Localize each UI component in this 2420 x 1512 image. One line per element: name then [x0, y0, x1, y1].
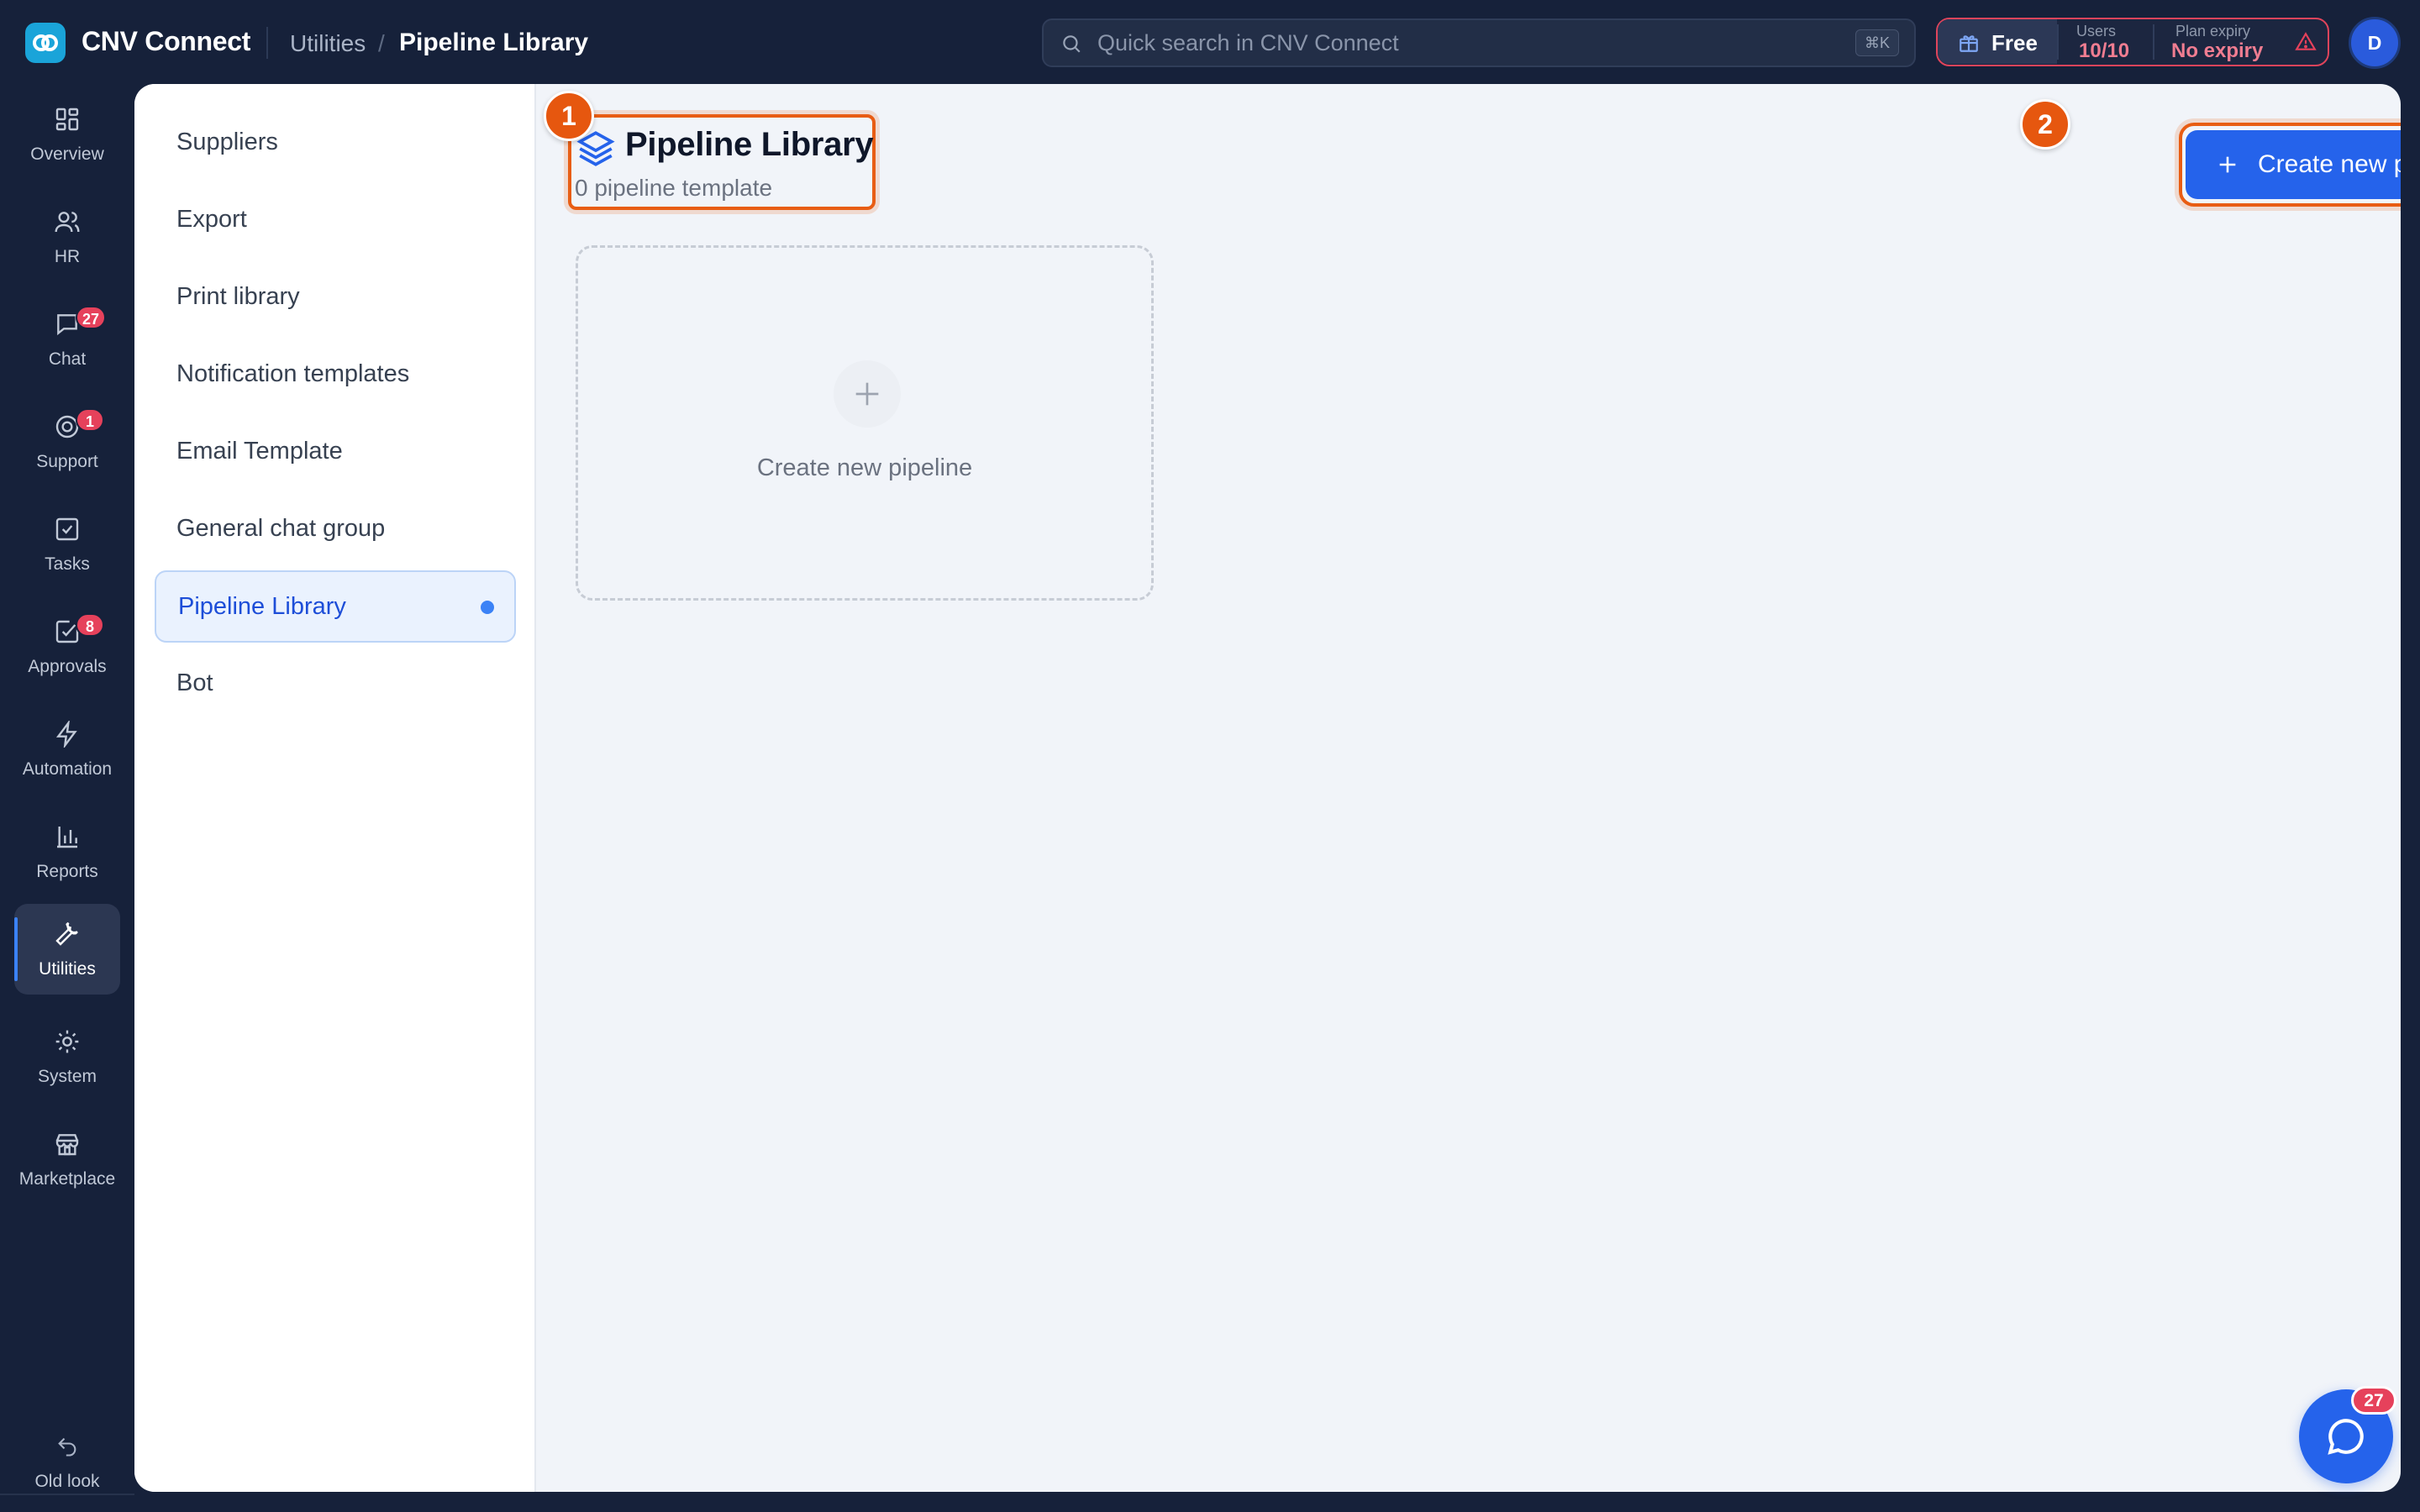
store-icon	[55, 1134, 79, 1156]
subnav-label: Bot	[176, 669, 213, 696]
search-box[interactable]: ⌘K	[1042, 18, 1916, 67]
plan-divider	[2057, 24, 2059, 60]
top-bar: CNV Connect Utilities / Pipeline Library…	[0, 0, 2420, 84]
nav-item-support[interactable]: 1 Support	[14, 396, 120, 487]
users-icon	[55, 212, 80, 233]
nav-item-reports[interactable]: Reports	[14, 806, 120, 897]
create-pipeline-card[interactable]: Create new pipeline	[576, 245, 1154, 601]
subnav-item-general-chat-group[interactable]: General chat group	[155, 493, 516, 565]
subnav-label: Notification templates	[176, 360, 410, 387]
chat-notification-badge: 27	[2351, 1386, 2396, 1415]
nav-item-chat[interactable]: 27 Chat	[14, 294, 120, 385]
subnav-label: Email Template	[176, 438, 343, 465]
nav-item-hr[interactable]: HR	[14, 192, 120, 282]
subnav-item-print-library[interactable]: Print library	[155, 261, 516, 333]
users-label: Users	[2076, 23, 2117, 39]
nav-label: Approvals	[28, 657, 107, 676]
nav-label: System	[37, 1067, 97, 1086]
chat-bubble-icon	[2328, 1419, 2364, 1455]
nav-label: Automation	[22, 759, 113, 779]
support-badge: 1	[76, 408, 104, 432]
create-card-label: Create new pipeline	[756, 454, 973, 481]
breadcrumb-parent[interactable]: Utilities	[290, 30, 366, 57]
warning-icon	[2295, 32, 2317, 50]
plus-icon	[2219, 156, 2236, 173]
step-marker-2: 2	[2020, 99, 2070, 150]
subnav-label: General chat group	[176, 515, 386, 542]
step-marker-1: 1	[544, 91, 594, 141]
plan-divider	[2153, 24, 2154, 60]
nav-item-marketplace[interactable]: Marketplace	[14, 1114, 120, 1205]
create-button-highlight: Create new pipeline	[2179, 123, 2401, 207]
task-check-icon	[55, 517, 79, 541]
nav-item-tasks[interactable]: Tasks	[14, 499, 120, 590]
plan-status[interactable]: Free Users 10/10 Plan expiry No expiry	[1936, 18, 2329, 66]
utilities-subnav: Suppliers Export Print library Notificat…	[134, 84, 536, 1492]
topbar-divider	[266, 27, 268, 59]
template-count: 0 pipeline template	[575, 175, 773, 201]
nav-label: HR	[54, 247, 81, 266]
create-button-label: Create new pipeline	[2258, 150, 2401, 178]
plan-expiry-label: Plan expiry	[2175, 23, 2251, 39]
gift-icon	[1960, 35, 1978, 52]
main-nav-rail: Overview HR 27 Chat 1 Support Tasks 8 Ap…	[0, 84, 134, 1512]
bar-chart-icon	[57, 827, 77, 848]
approvals-badge: 8	[76, 613, 104, 637]
wrench-icon	[55, 921, 78, 946]
plus-icon	[834, 360, 901, 428]
subnav-label: Suppliers	[176, 129, 278, 155]
grid-icon	[55, 108, 79, 131]
plan-name: Free	[1991, 30, 2038, 55]
nav-item-system[interactable]: System	[14, 1011, 120, 1102]
nav-item-utilities[interactable]: Utilities	[14, 904, 120, 995]
subnav-label: Export	[176, 206, 247, 233]
old-look-label: Old look	[34, 1472, 100, 1491]
users-value: 10/10	[2079, 39, 2130, 62]
app-name: CNV Connect	[82, 26, 251, 56]
nav-item-approvals[interactable]: 8 Approvals	[14, 601, 120, 692]
nav-item-automation[interactable]: Automation	[14, 704, 120, 795]
main-panel: Suppliers Export Print library Notificat…	[134, 84, 2401, 1492]
nav-label: Tasks	[45, 554, 90, 574]
chat-badge: 27	[76, 306, 107, 329]
nav-label: Reports	[36, 862, 98, 881]
page-header-highlight: Pipeline Library 0 pipeline template	[568, 114, 876, 210]
undo-icon	[58, 1437, 76, 1457]
lightning-icon	[55, 721, 77, 748]
search-icon	[1063, 35, 1081, 53]
nav-label: Chat	[48, 349, 87, 369]
nav-item-overview[interactable]: Overview	[14, 89, 120, 180]
subnav-item-notification-templates[interactable]: Notification templates	[155, 339, 516, 411]
app-logo-icon[interactable]	[25, 23, 66, 63]
search-input[interactable]	[1097, 29, 1770, 57]
nav-label: Utilities	[39, 959, 96, 979]
subnav-item-export[interactable]: Export	[155, 184, 516, 256]
nav-label: Marketplace	[18, 1169, 116, 1189]
floating-chat-button[interactable]: 27	[2299, 1386, 2396, 1483]
subnav-label: Pipeline Library	[178, 593, 346, 620]
nav-label: Overview	[30, 144, 104, 164]
gear-icon	[55, 1030, 79, 1053]
search-shortcut-hint: ⌘K	[1854, 29, 1899, 56]
active-indicator-dot	[481, 601, 494, 614]
subnav-item-email-template[interactable]: Email Template	[155, 416, 516, 488]
subnav-item-pipeline-library[interactable]: Pipeline Library	[155, 570, 516, 643]
create-new-pipeline-button[interactable]: Create new pipeline	[2186, 130, 2401, 199]
old-look-button[interactable]: Old look	[14, 1416, 120, 1507]
subnav-item-suppliers[interactable]: Suppliers	[155, 107, 516, 179]
nav-label: Support	[36, 452, 98, 471]
pipeline-library-content: Pipeline Library 0 pipeline template Cre…	[536, 84, 2401, 1492]
subnav-item-bot[interactable]: Bot	[155, 648, 516, 720]
page-title: Pipeline Library	[625, 126, 874, 163]
subnav-label: Print library	[176, 283, 300, 310]
user-avatar[interactable]: D	[2349, 17, 2401, 69]
plan-expiry-value: No expiry	[2171, 39, 2264, 62]
breadcrumb-separator: /	[378, 30, 385, 56]
plan-badge[interactable]: Free	[1938, 19, 2057, 64]
breadcrumb-current: Pipeline Library	[399, 29, 589, 56]
